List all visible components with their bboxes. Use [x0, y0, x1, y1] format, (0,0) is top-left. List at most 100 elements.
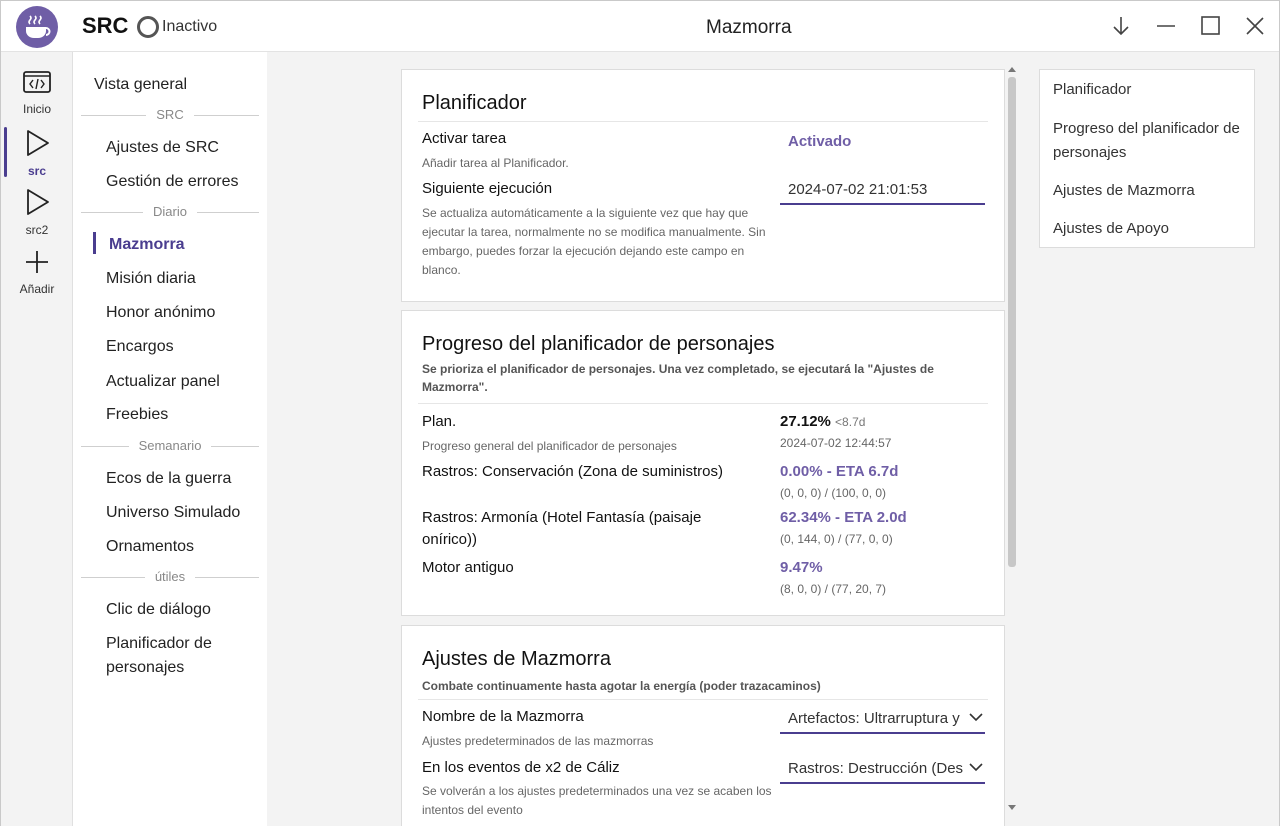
- dungeon-settings-title: Ajustes de Mazmorra: [422, 648, 611, 670]
- status-text: Inactivo: [162, 18, 218, 35]
- nav-divider-utiles: útiles: [81, 569, 259, 584]
- nav-item-clic-dialogo[interactable]: Clic de diálogo: [106, 598, 211, 622]
- plan-value: 27.12% <8.7d: [780, 413, 865, 430]
- next-run-help: Se actualiza automáticamente a la siguie…: [422, 206, 766, 277]
- plan-eta: <8.7d: [835, 415, 866, 429]
- rail-item-src[interactable]: src: [1, 128, 73, 178]
- dungeon-name-select[interactable]: Artefactos: Ultrarruptura y: [780, 706, 985, 734]
- planner-row-detail: (8, 0, 0) / (77, 20, 7): [780, 582, 887, 596]
- rail-item-anadir[interactable]: Añadir: [1, 248, 73, 296]
- planner-subtitle: Se prioriza el planificador de personaje…: [422, 362, 934, 394]
- dungeon-name-value: Artefactos: Ultrarruptura y: [788, 710, 960, 727]
- chevron-down-icon: [969, 763, 983, 772]
- scheduler-card: Planificador Activar tarea Añadir tarea …: [401, 69, 1005, 302]
- nav-item-planificador-personajes[interactable]: Planificador de personajes: [106, 632, 212, 680]
- nav-section-diario: Diario: [143, 204, 197, 219]
- planner-title: Progreso del planificador de personajes: [422, 333, 775, 355]
- event-label: En los eventos de x2 de Cáliz: [422, 759, 620, 776]
- nav-item-planificador-line1: Planificador de: [106, 635, 212, 652]
- planner-separator: [418, 403, 988, 404]
- nav-item-honor-anonimo[interactable]: Honor anónimo: [106, 301, 215, 325]
- scroll-down-arrow-icon[interactable]: [1008, 805, 1016, 810]
- enable-task-toggle[interactable]: Activado: [788, 133, 851, 150]
- nav-section-src: SRC: [146, 107, 194, 122]
- nav-item-mision-diaria[interactable]: Misión diaria: [106, 267, 196, 291]
- plan-percent: 27.12%: [780, 413, 831, 430]
- title-bar: SRC Inactivo Mazmorra: [1, 1, 1279, 52]
- toc-item-planificador[interactable]: Planificador: [1053, 78, 1248, 102]
- dungeon-settings-separator: [418, 699, 988, 700]
- plus-icon: [26, 251, 48, 273]
- nav-section-semanario: Semanario: [128, 438, 212, 453]
- nav-item-actualizar-panel[interactable]: Actualizar panel: [106, 370, 220, 394]
- scroll-up-arrow-icon[interactable]: [1008, 67, 1016, 72]
- scheduler-title: Planificador: [422, 92, 527, 114]
- plan-label: Plan.: [422, 413, 457, 430]
- planner-row-value: 0.00% - ETA 6.7d: [780, 463, 899, 480]
- nav-item-planificador-line2: personajes: [106, 659, 185, 676]
- nav-item-ornamentos[interactable]: Ornamentos: [106, 535, 194, 559]
- play-icon: [27, 189, 49, 215]
- scroll-thumb[interactable]: [1008, 77, 1016, 567]
- chevron-down-icon: [969, 713, 983, 722]
- planner-row-label: Motor antiguo: [422, 559, 514, 576]
- app-window: SRC Inactivo Mazmorra Inicio src src2 Añ…: [0, 0, 1280, 826]
- planner-row-label: Rastros: Conservación (Zona de suministr…: [422, 463, 723, 480]
- toc-item-progreso-planificador[interactable]: Progreso del planificador de personajes: [1053, 117, 1248, 165]
- download-button[interactable]: [1108, 13, 1134, 39]
- scheduler-separator: [418, 121, 988, 122]
- status-circle-icon: [137, 16, 159, 38]
- event-help: Se volverán a los ajustes predeterminado…: [422, 784, 772, 817]
- nav-section-utiles: útiles: [144, 569, 196, 584]
- rail-item-src2[interactable]: src2: [1, 187, 73, 237]
- nav-item-ecos-guerra[interactable]: Ecos de la guerra: [106, 467, 231, 491]
- event-select[interactable]: Rastros: Destrucción (Des: [780, 756, 985, 784]
- window-title: Mazmorra: [706, 17, 792, 38]
- planner-row-detail: (0, 0, 0) / (100, 0, 0): [780, 486, 887, 500]
- maximize-icon: [1201, 16, 1220, 35]
- nav-item-mazmorra[interactable]: Mazmorra: [109, 233, 185, 257]
- nav-divider-semanario: Semanario: [81, 438, 259, 453]
- rail-label-anadir: Añadir: [19, 282, 55, 296]
- rail-label-src2: src2: [25, 223, 49, 237]
- rail-label-inicio: Inicio: [22, 102, 51, 116]
- nav-divider-src: SRC: [81, 107, 259, 122]
- planner-row-value: 9.47%: [780, 559, 823, 576]
- planner-row-label: Rastros: Armonía (Hotel Fantasía (paisaj…: [422, 509, 702, 548]
- app-logo: [16, 6, 58, 48]
- nav-item-universo-simulado[interactable]: Universo Simulado: [106, 501, 240, 525]
- planner-progress-card: Progreso del planificador de personajes …: [401, 310, 1005, 616]
- nav-item-vista-general[interactable]: Vista general: [94, 73, 187, 97]
- rail-label-src: src: [27, 164, 47, 178]
- next-run-input[interactable]: 2024-07-02 21:01:53: [780, 177, 985, 205]
- dungeon-settings-subtitle: Combate continuamente hasta agotar la en…: [422, 679, 821, 693]
- minimize-icon: [1157, 25, 1175, 27]
- nav-active-indicator: [93, 232, 96, 254]
- rail-item-inicio[interactable]: Inicio: [1, 70, 73, 116]
- event-value: Rastros: Destrucción (Des: [788, 760, 964, 777]
- plan-help: Progreso general del planificador de per…: [422, 439, 677, 453]
- arrow-down-icon: [1113, 17, 1129, 36]
- plan-time: 2024-07-02 12:44:57: [780, 436, 892, 450]
- planner-row-value: 62.34% - ETA 2.0d: [780, 509, 907, 526]
- nav-menu: Vista general SRC Ajustes de SRC Gestión…: [73, 52, 267, 826]
- enable-task-label: Activar tarea: [422, 130, 507, 147]
- code-window-icon: [23, 71, 51, 93]
- nav-item-encargos[interactable]: Encargos: [106, 335, 174, 359]
- nav-item-freebies[interactable]: Freebies: [106, 403, 168, 427]
- left-rail: Inicio src src2 Añadir: [1, 52, 73, 826]
- toc-item-ajustes-apoyo[interactable]: Ajustes de Apoyo: [1053, 217, 1248, 241]
- nav-item-gestion-errores[interactable]: Gestión de errores: [106, 170, 239, 194]
- app-brand: SRC: [82, 13, 129, 38]
- next-run-label: Siguiente ejecución: [422, 180, 553, 197]
- nav-item-ajustes-src[interactable]: Ajustes de SRC: [106, 136, 219, 160]
- play-icon: [27, 130, 49, 156]
- minimize-button[interactable]: [1153, 13, 1179, 39]
- main-scrollbar[interactable]: [1005, 63, 1019, 817]
- toc-item-ajustes-mazmorra[interactable]: Ajustes de Mazmorra: [1053, 179, 1248, 203]
- dungeon-settings-card: Ajustes de Mazmorra Combate continuament…: [401, 625, 1005, 826]
- nav-divider-diario: Diario: [81, 204, 259, 219]
- close-button[interactable]: [1242, 13, 1268, 39]
- enable-task-help: Añadir tarea al Planificador.: [422, 156, 569, 170]
- maximize-button[interactable]: [1198, 13, 1224, 39]
